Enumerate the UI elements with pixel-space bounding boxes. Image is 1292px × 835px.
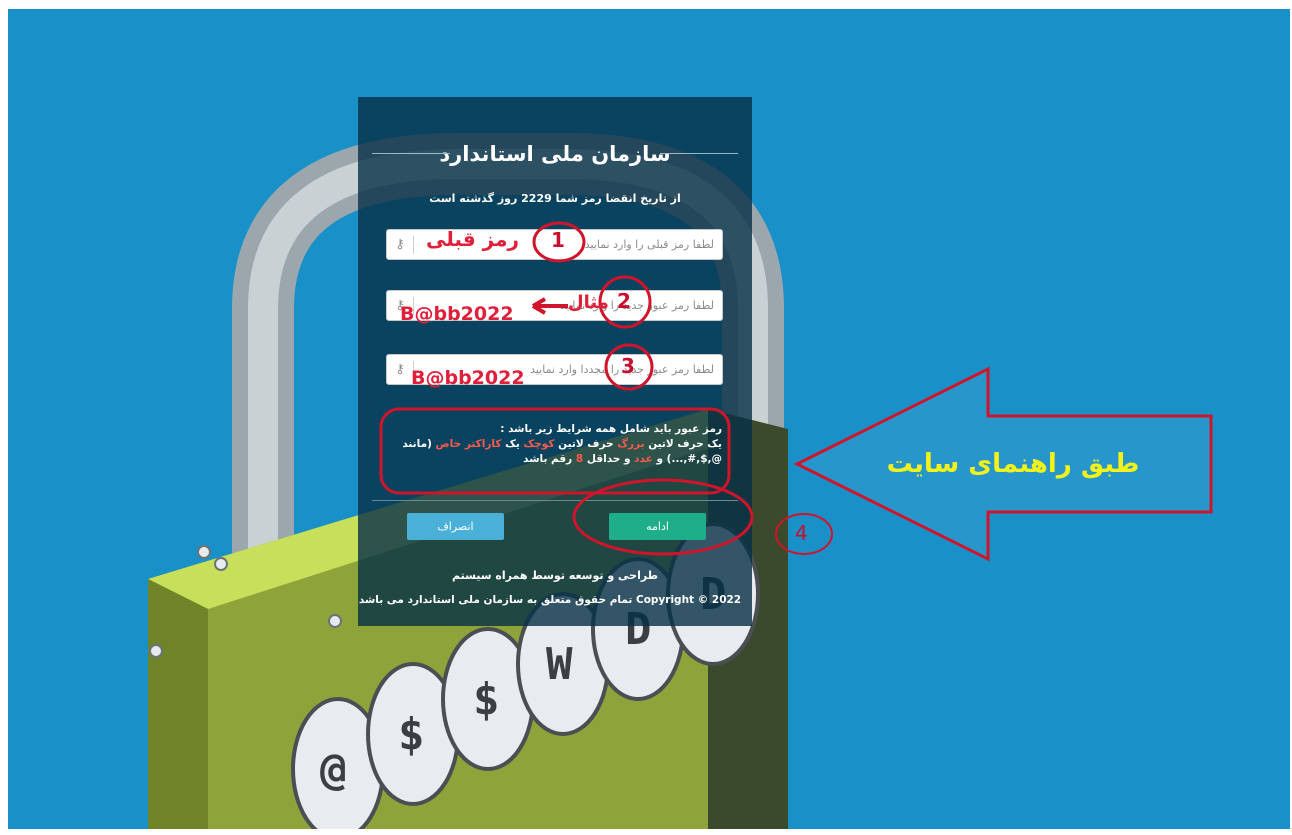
example-arrow [531,297,568,315]
continue-highlight [572,478,754,556]
step2-number: 2 [617,289,631,313]
step1-number: 1 [551,228,565,252]
step3-number: 3 [621,354,635,378]
annotation-layer [379,221,1213,562]
step4-number: 4 [795,521,808,545]
previous-password-label: رمز قبلی [426,227,519,251]
example-password-confirm: B@bb2022 [411,367,525,389]
example-password-new: B@bb2022 [400,303,514,325]
guide-label: طبق راهنمای سایت [886,449,1140,479]
example-label: مثال [568,292,609,313]
screenshot-canvas: @ $ $ W D D سازمان ملی استاندارد از تاری… [8,9,1290,829]
